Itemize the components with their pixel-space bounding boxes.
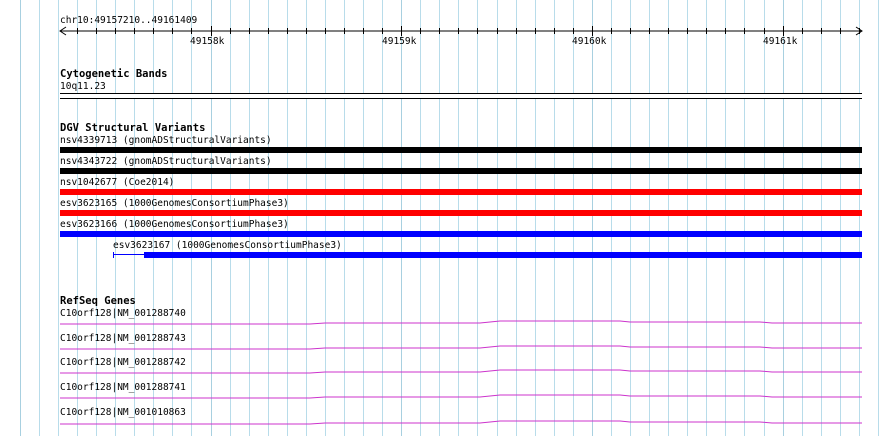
ruler-tick-label: 49159k — [382, 36, 417, 47]
variant-feature[interactable] — [60, 231, 862, 237]
variant-label: nsv4339713 (gnomADStructuralVariants) — [60, 135, 272, 146]
ruler-tick-label: 49160k — [572, 36, 607, 47]
variant-feature[interactable] — [60, 147, 862, 153]
gene-feature[interactable] — [60, 418, 862, 426]
cytoband-feature[interactable] — [60, 93, 862, 99]
variant-feature[interactable] — [113, 252, 862, 258]
gene-feature[interactable] — [60, 367, 862, 375]
gene-feature[interactable] — [60, 318, 862, 326]
gene-label: C10orf128|NM_001010863 — [60, 407, 186, 418]
cytoband-label: 10q11.23 — [60, 81, 106, 92]
gene-feature[interactable] — [60, 343, 862, 351]
track-title-refseq: RefSeq Genes — [60, 295, 136, 307]
variant-label: nsv4343722 (gnomADStructuralVariants) — [60, 156, 272, 167]
genome-browser-view: chr10:49157210..49161409 49158k 49159k 4… — [0, 0, 890, 436]
variant-feature[interactable] — [60, 168, 862, 174]
coordinate-ruler[interactable] — [0, 0, 890, 50]
ruler-tick-label: 49158k — [190, 36, 225, 47]
variant-block — [144, 252, 862, 258]
variant-cap-start — [113, 252, 114, 258]
variant-connector — [114, 254, 144, 255]
variant-label: esv3623166 (1000GenomesConsortiumPhase3) — [60, 219, 289, 230]
variant-label: nsv1042677 (Coe2014) — [60, 177, 175, 188]
ruler-tick-label: 49161k — [763, 36, 798, 47]
track-title-cytoband: Cytogenetic Bands — [60, 68, 168, 80]
track-title-dgv: DGV Structural Variants — [60, 122, 206, 134]
variant-label: esv3623165 (1000GenomesConsortiumPhase3) — [60, 198, 289, 209]
gene-feature[interactable] — [60, 392, 862, 400]
variant-feature[interactable] — [60, 189, 862, 195]
variant-feature[interactable] — [60, 210, 862, 216]
variant-label: esv3623167 (1000GenomesConsortiumPhase3) — [113, 240, 342, 251]
